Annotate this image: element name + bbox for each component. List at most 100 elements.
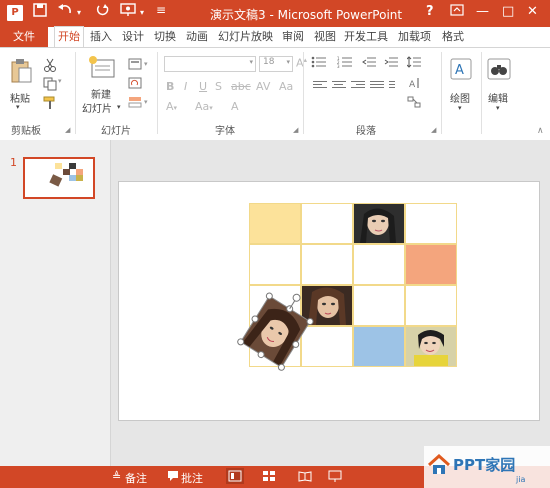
tab-addins[interactable]: 加载项 <box>398 27 431 47</box>
cut-icon[interactable] <box>43 58 57 75</box>
drawing-dropdown-icon[interactable]: ▾ <box>458 104 462 112</box>
new-slide-label-2[interactable]: 幻灯片 <box>82 100 112 115</box>
bullets-icon[interactable] <box>311 56 327 71</box>
undo-dropdown-icon[interactable]: ▾ <box>77 8 81 17</box>
tab-format[interactable]: 格式 <box>442 27 464 47</box>
powerpoint-app-icon[interactable]: P <box>7 5 23 21</box>
maximize-button[interactable]: □ <box>502 4 514 19</box>
tab-animations[interactable]: 动画 <box>186 27 208 47</box>
reset-icon[interactable] <box>128 77 142 92</box>
grid-cell[interactable] <box>405 285 457 326</box>
notes-button[interactable]: 备注 <box>125 470 147 486</box>
grid-cell[interactable] <box>249 244 301 285</box>
comments-button[interactable]: 批注 <box>181 470 203 486</box>
customize-qat-icon[interactable]: ≡ <box>156 3 166 17</box>
tab-view[interactable]: 视图 <box>314 27 336 47</box>
qat-dropdown-icon[interactable]: ▾ <box>140 8 144 17</box>
convert-smartart-icon[interactable] <box>407 96 421 111</box>
change-case-dropdown-icon[interactable]: Aa▾ <box>195 100 213 113</box>
grid-cell[interactable] <box>353 285 405 326</box>
grid-cell-yellow[interactable] <box>249 203 301 244</box>
comments-icon[interactable] <box>167 470 179 484</box>
selected-rotated-photo[interactable] <box>219 282 329 382</box>
decrease-indent-icon[interactable] <box>362 56 376 71</box>
tab-insert[interactable]: 插入 <box>90 27 112 47</box>
slide-thumbnail[interactable] <box>23 157 95 199</box>
slide-canvas[interactable] <box>118 181 540 421</box>
copy-dropdown-icon[interactable]: ▾ <box>58 77 62 85</box>
normal-view-icon[interactable] <box>226 468 244 487</box>
italic-icon[interactable]: I <box>184 80 187 93</box>
drawing-icon[interactable]: A <box>450 58 472 83</box>
editing-label[interactable]: 编辑 <box>488 90 508 105</box>
grid-cell[interactable] <box>405 203 457 244</box>
clipboard-launcher-icon[interactable]: ◢ <box>65 126 70 134</box>
align-right-icon[interactable] <box>351 81 365 91</box>
layout-dropdown-icon[interactable]: ▾ <box>144 60 148 68</box>
grid-cell-photo[interactable] <box>353 203 405 244</box>
reading-view-icon[interactable] <box>298 470 312 485</box>
editing-dropdown-icon[interactable]: ▾ <box>496 104 500 112</box>
tab-slideshow[interactable]: 幻灯片放映 <box>218 27 273 47</box>
clear-formatting-icon[interactable]: A <box>231 100 239 113</box>
new-slide-dropdown-icon[interactable]: ▾ <box>117 103 121 111</box>
slide-sorter-icon[interactable] <box>262 470 276 485</box>
redo-icon[interactable] <box>96 3 110 21</box>
paste-dropdown-icon[interactable]: ▾ <box>16 103 20 111</box>
underline-icon[interactable]: U <box>199 80 207 93</box>
grid-cell[interactable] <box>353 244 405 285</box>
tab-design[interactable]: 设计 <box>122 27 144 47</box>
tab-developer[interactable]: 开发工具 <box>344 27 388 47</box>
collapse-ribbon-icon[interactable]: ∧ <box>537 126 544 136</box>
save-icon[interactable] <box>33 3 47 21</box>
paste-icon[interactable] <box>10 58 32 87</box>
paste-button-label[interactable]: 粘贴 <box>10 90 30 105</box>
section-icon[interactable] <box>128 96 142 111</box>
strikethrough-icon[interactable]: abc <box>231 80 251 93</box>
font-size-combo[interactable]: 18 ▾ <box>259 56 293 72</box>
font-launcher-icon[interactable]: ◢ <box>293 126 298 134</box>
grid-cell[interactable] <box>301 203 353 244</box>
minimize-button[interactable]: — <box>476 4 489 19</box>
increase-indent-icon[interactable] <box>384 56 398 71</box>
layout-icon[interactable] <box>128 58 142 73</box>
new-slide-label-1[interactable]: 新建 <box>91 86 111 101</box>
copy-icon[interactable] <box>43 77 57 94</box>
grid-cell-orange[interactable] <box>405 244 457 285</box>
align-left-icon[interactable] <box>313 81 327 91</box>
columns-icon[interactable] <box>389 81 403 91</box>
find-binoculars-icon[interactable] <box>487 58 511 83</box>
font-name-combo[interactable]: ▾ <box>164 56 256 72</box>
grid-cell[interactable] <box>301 244 353 285</box>
section-dropdown-icon[interactable]: ▾ <box>144 98 148 106</box>
font-color-icon[interactable]: A▾ <box>166 100 177 113</box>
ribbon-display-options-icon[interactable] <box>450 4 464 20</box>
slideshow-icon[interactable] <box>328 470 342 485</box>
new-slide-icon[interactable] <box>88 56 116 83</box>
grow-font-icon[interactable]: A▴ <box>296 56 307 70</box>
notes-icon[interactable]: ≜ <box>112 470 121 483</box>
tab-review[interactable]: 审阅 <box>282 27 304 47</box>
grid-cell-blue[interactable] <box>353 326 405 367</box>
undo-icon[interactable] <box>57 3 73 21</box>
format-painter-icon[interactable] <box>43 96 57 113</box>
present-icon[interactable] <box>120 3 136 21</box>
change-case-icon[interactable]: Aa <box>279 80 293 93</box>
shadow-icon[interactable]: S <box>215 80 222 93</box>
char-spacing-icon[interactable]: AV <box>256 80 270 93</box>
numbering-icon[interactable]: 123 <box>337 56 353 71</box>
text-direction-icon[interactable]: A <box>407 77 421 92</box>
close-button[interactable]: ✕ <box>527 4 538 19</box>
drawing-label[interactable]: 绘图 <box>450 90 470 105</box>
grid-cell-photo[interactable] <box>405 326 457 367</box>
line-spacing-icon[interactable] <box>406 56 421 71</box>
slide-thumbnail-pane[interactable]: 1 <box>0 140 111 466</box>
tab-transitions[interactable]: 切换 <box>154 27 176 47</box>
paragraph-launcher-icon[interactable]: ◢ <box>431 126 436 134</box>
help-button[interactable]: ? <box>426 4 434 19</box>
tab-file[interactable]: 文件 <box>0 27 48 47</box>
tab-home[interactable]: 开始 <box>54 26 84 48</box>
bold-icon[interactable]: B <box>166 80 174 93</box>
justify-icon[interactable] <box>370 81 384 91</box>
align-center-icon[interactable] <box>332 81 346 91</box>
